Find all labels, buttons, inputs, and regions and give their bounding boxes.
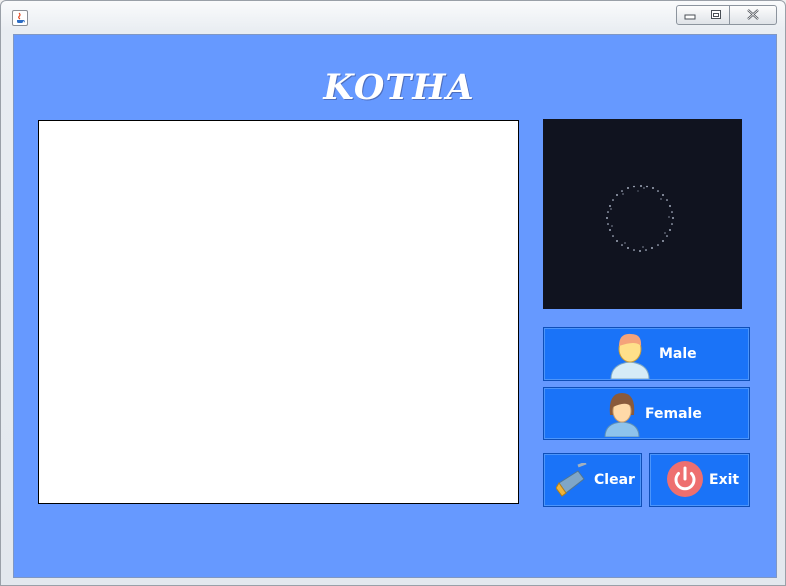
maximize-button[interactable]: [703, 5, 730, 25]
exit-button[interactable]: Exit: [649, 453, 750, 507]
particle-ring-icon: [606, 185, 674, 252]
voice-visualizer: [543, 119, 742, 309]
female-avatar-icon: [604, 393, 640, 437]
close-icon: [747, 9, 759, 20]
java-cup-icon[interactable]: [12, 10, 28, 26]
app-title: KOTHA: [323, 67, 475, 108]
minimize-icon: [684, 14, 696, 20]
close-button[interactable]: [730, 5, 777, 25]
clear-button[interactable]: Clear: [543, 453, 642, 507]
broom-icon: [556, 463, 587, 497]
power-icon: [667, 461, 703, 497]
title-bar[interactable]: [1, 1, 785, 31]
male-avatar-icon: [610, 333, 650, 379]
clear-button-label: Clear: [594, 472, 635, 488]
main-panel: KOTHA Male Female Clear Exit: [13, 34, 777, 578]
male-button-label: Male: [659, 346, 697, 362]
maximize-icon: [711, 10, 721, 19]
app-window: KOTHA Male Female Clear Exit: [0, 0, 786, 586]
text-input-area[interactable]: [38, 120, 519, 504]
female-button-label: Female: [645, 406, 702, 422]
exit-button-label: Exit: [709, 472, 740, 488]
minimize-button[interactable]: [676, 5, 704, 25]
female-voice-button[interactable]: Female: [543, 387, 750, 440]
male-voice-button[interactable]: Male: [543, 327, 750, 381]
